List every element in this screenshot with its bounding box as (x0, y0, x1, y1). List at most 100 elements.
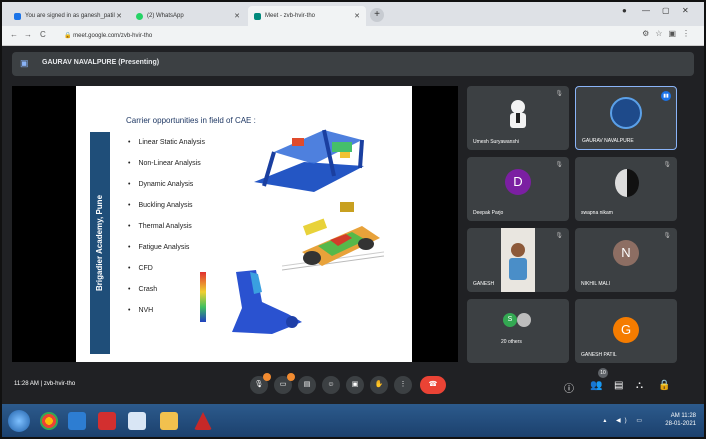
meeting-controls-bar: 11:28 AM | zvb-hvir-tho 🎙 ▭ ▤ ☺ ▣ ✋ ⋮ ☎ … (2, 368, 704, 404)
os-taskbar: ▴ ◀) ▭ AM 11:28 28-01-2021 (2, 404, 704, 437)
mic-off-icon: 🎙 (555, 162, 563, 168)
camera-button[interactable]: ▭ (274, 373, 295, 394)
suspension-arm-image (200, 270, 302, 334)
participant-tile[interactable]: N 🎙 NIKHIL MALI (575, 228, 677, 292)
band-text: Brigadier Academy, Pune (95, 194, 104, 292)
chrome-icon[interactable] (40, 412, 58, 430)
browser-tab-1[interactable]: You are signed in as ganesh_patil ✕ (8, 6, 128, 26)
new-tab-button[interactable]: + (370, 8, 384, 22)
captions-button[interactable]: ▤ (298, 376, 316, 394)
vehicle-frame-image (254, 129, 364, 192)
slide: Brigadier Academy, Pune Carrier opportun… (76, 86, 412, 362)
participant-name: GANESH PATIL (581, 352, 617, 358)
browser-toolbar: ← → C 🔒 meet.google.com/zvb-hvir-tho ⚙☆▣… (2, 26, 704, 46)
others-count: 20 others (501, 339, 522, 345)
clock-date: 28-01-2021 (665, 421, 696, 427)
whatsapp-icon (136, 12, 143, 20)
browser-icon[interactable] (68, 412, 86, 430)
minimize-icon[interactable]: — (642, 6, 650, 15)
present-button[interactable]: ▣ (346, 376, 364, 394)
mic-off-icon: 🎙 (555, 91, 563, 97)
participant-name: GAURAV NAVALPURE (582, 138, 634, 144)
avatar: G (613, 317, 639, 343)
bullet-item: Dynamic Analysis (128, 180, 205, 201)
close-icon[interactable]: ✕ (354, 12, 360, 20)
close-icon[interactable]: ✕ (116, 12, 122, 20)
participant-tile[interactable]: 🎙 GANESH (467, 228, 569, 292)
activities-icon[interactable]: ⛬ (636, 380, 643, 391)
clock-time: AM 11:28 (670, 413, 696, 419)
meet-icon (254, 12, 261, 20)
others-tile[interactable]: S 20 others (467, 299, 569, 363)
browser-tab-bar: You are signed in as ganesh_patil ✕ (2) … (2, 2, 704, 26)
bullet-item: Non-Linear Analysis (128, 159, 205, 180)
raise-hand-button[interactable]: ✋ (370, 376, 388, 394)
mic-off-icon: 🎙 (663, 162, 671, 168)
app-icon[interactable] (128, 412, 146, 430)
forward-icon[interactable]: → (24, 30, 32, 39)
url-text: meet.google.com/zvb-hvir-tho (73, 33, 153, 39)
emoji-button[interactable]: ☺ (322, 376, 340, 394)
profile-icon[interactable]: ● (622, 6, 627, 15)
participant-photo (615, 169, 639, 197)
more-options-button[interactable]: ⋮ (394, 376, 412, 394)
app-icon[interactable] (194, 412, 212, 430)
participant-name: swapna nikam (581, 210, 613, 216)
toolbar-icons[interactable]: ⚙☆▣⋮ (642, 29, 696, 38)
lock-icon: 🔒 (64, 33, 72, 39)
participant-tile[interactable]: D 🎙 Deepak Parjo (467, 157, 569, 221)
pdf-icon[interactable] (98, 412, 116, 430)
chat-icon[interactable]: ▤ (614, 380, 623, 391)
warning-badge (287, 373, 295, 381)
slide-band: Brigadier Academy, Pune (90, 132, 110, 354)
warning-badge (263, 373, 271, 381)
presentation-header: ▣ GAURAV NAVALPURE (Presenting) (12, 52, 694, 76)
presenter-label: GAURAV NAVALPURE (Presenting) (42, 59, 160, 66)
leave-call-button[interactable]: ☎ (420, 376, 446, 394)
participant-name: NIKHIL MALI (581, 281, 610, 287)
meeting-info: 11:28 AM | zvb-hvir-tho (14, 381, 75, 387)
tab-label: (2) WhatsApp (147, 13, 184, 19)
account-icon (14, 12, 21, 20)
start-button[interactable] (8, 410, 30, 432)
mic-button[interactable]: 🎙 (250, 373, 271, 394)
close-icon[interactable]: ✕ (234, 12, 240, 20)
avatar-photo (517, 313, 531, 327)
meeting-time: 11:28 AM (14, 381, 39, 387)
participant-tile[interactable]: 🎙 Umesh Suryawanshi (467, 86, 569, 150)
avatar-logo (610, 97, 642, 129)
participant-name: GANESH (473, 281, 495, 287)
participant-tile[interactable]: G GANESH PATIL (575, 299, 677, 363)
address-bar[interactable]: 🔒 meet.google.com/zvb-hvir-tho (58, 29, 618, 43)
tab-label: Meet - zvb-hvir-tho (265, 13, 316, 19)
avatar: N (613, 240, 639, 266)
back-icon[interactable]: ← (10, 30, 18, 39)
close-window-icon[interactable]: ✕ (682, 6, 689, 15)
host-controls-icon[interactable]: 🔒 (658, 380, 670, 391)
browser-tab-3[interactable]: Meet - zvb-hvir-tho ✕ (248, 6, 366, 26)
speaking-icon: ▮▮ (661, 91, 671, 101)
meeting-code: zvb-hvir-tho (43, 381, 76, 387)
bullet-item: Buckling Analysis (128, 201, 205, 222)
present-icon: ▣ (20, 58, 29, 68)
people-icon[interactable]: 👥 (590, 380, 602, 391)
bullet-item: Fatigue Analysis (128, 243, 205, 264)
reload-icon[interactable]: C (40, 30, 46, 39)
folder-icon[interactable] (160, 412, 178, 430)
screen: You are signed in as ganesh_patil ✕ (2) … (0, 0, 706, 439)
clock[interactable]: AM 11:28 28-01-2021 (665, 412, 696, 428)
participant-count-badge: 10 (598, 368, 608, 378)
browser-tab-2[interactable]: (2) WhatsApp ✕ (130, 6, 246, 26)
participant-name: Deepak Parjo (473, 210, 504, 216)
race-car-image (282, 202, 384, 271)
presentation-stage[interactable]: Brigadier Academy, Pune Carrier opportun… (12, 86, 458, 362)
avatar: D (505, 169, 531, 195)
participant-tile[interactable]: 🎙 swapna nikam (575, 157, 677, 221)
maximize-icon[interactable]: ▢ (662, 6, 670, 15)
participant-video (501, 228, 535, 292)
participant-tile[interactable]: ▮▮ GAURAV NAVALPURE (575, 86, 677, 150)
system-tray-icons[interactable]: ▴ ◀) ▭ (603, 417, 646, 424)
info-icon[interactable]: ⓘ (564, 380, 574, 395)
separator: | (40, 381, 43, 387)
participant-name: Umesh Suryawanshi (473, 139, 519, 145)
